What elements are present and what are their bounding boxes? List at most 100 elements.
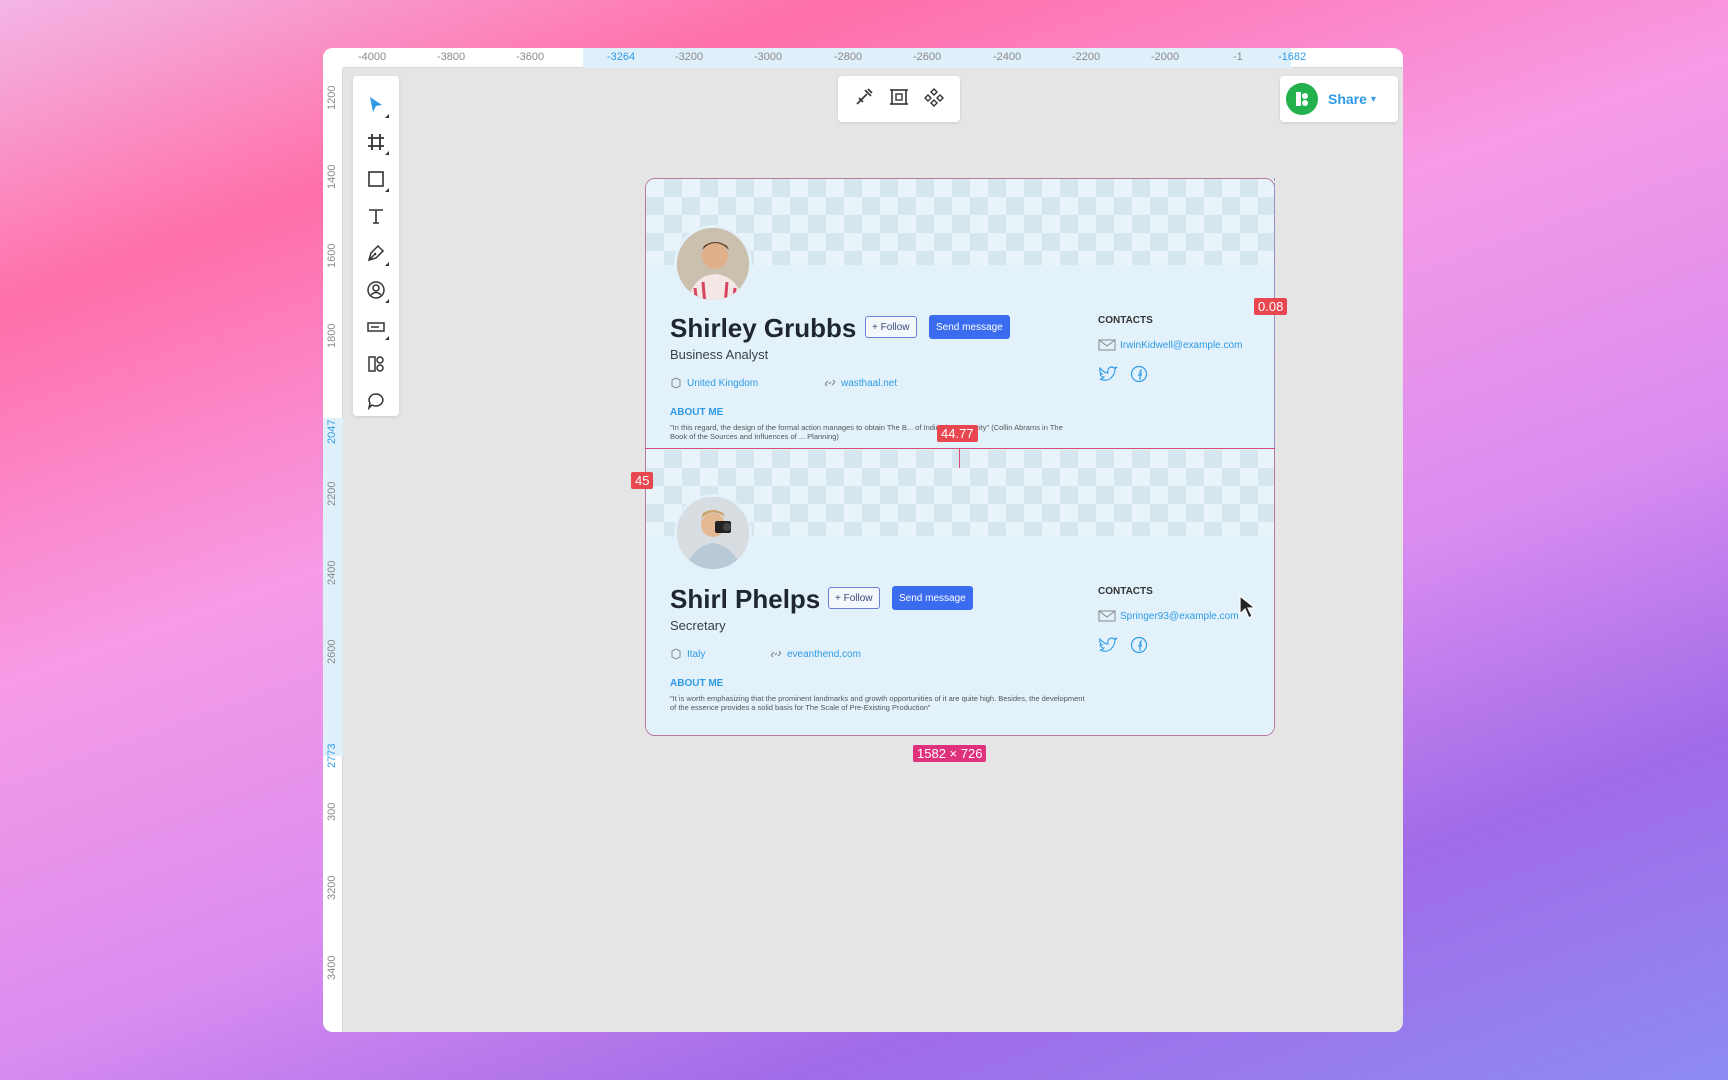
ruler-label: 1400 xyxy=(326,164,338,189)
profile-card[interactable]: Shirley Grubbs + Follow Send message Bus… xyxy=(646,179,1274,451)
social-links xyxy=(1098,365,1148,383)
ruler-label: 300 xyxy=(326,802,338,821)
contacts-heading: CONTACTS xyxy=(1098,586,1153,597)
ruler-label: 3200 xyxy=(326,875,338,900)
mail-icon xyxy=(1098,339,1116,351)
location: United Kingdom xyxy=(670,377,758,389)
user-circle-icon xyxy=(367,281,385,299)
tools-panel xyxy=(353,76,399,416)
move-tool[interactable] xyxy=(361,90,391,120)
profile-role: Secretary xyxy=(670,618,726,633)
components-icon xyxy=(368,356,384,372)
about-heading: ABOUT ME xyxy=(670,678,724,689)
chevron-down-icon: ▾ xyxy=(1370,93,1376,105)
link-icon xyxy=(824,379,836,387)
measure-tag-center: 44.77 xyxy=(937,425,978,442)
email-label: IrwinKidwell@example.com xyxy=(1120,339,1243,351)
mail-icon xyxy=(1098,610,1116,622)
wand-icon[interactable] xyxy=(853,86,875,113)
ruler-label: -2000 xyxy=(1151,51,1180,63)
ruler-corner xyxy=(323,48,343,68)
twitter-icon[interactable] xyxy=(1098,636,1118,654)
pen-icon xyxy=(367,244,385,262)
location: Italy xyxy=(670,648,705,660)
selected-frame[interactable]: Shirley Grubbs + Follow Send message Bus… xyxy=(645,178,1275,736)
ruler-label: -3200 xyxy=(675,51,704,63)
app-logo-icon xyxy=(1286,83,1318,115)
measure-tag-left: 45 xyxy=(631,472,654,489)
about-heading: ABOUT ME xyxy=(670,407,724,418)
facebook-icon[interactable] xyxy=(1130,365,1148,383)
location-label: United Kingdom xyxy=(687,377,759,389)
profile-name: Shirley Grubbs xyxy=(670,313,857,343)
ruler-label: -3600 xyxy=(516,51,545,63)
profile-name: Shirl Phelps xyxy=(670,584,821,614)
facebook-icon[interactable] xyxy=(1130,636,1148,654)
location-icon xyxy=(671,377,681,389)
ruler-label: 3400 xyxy=(326,955,338,980)
website-label: wasthaal.net xyxy=(841,377,898,389)
ruler-label: -1 xyxy=(1233,51,1243,63)
ruler-label: -3264 xyxy=(607,51,636,63)
component-diamond-icon[interactable] xyxy=(923,86,945,113)
ruler-label: -2800 xyxy=(834,51,863,63)
ruler-label: -4000 xyxy=(358,51,387,63)
pen-tool[interactable] xyxy=(361,238,391,268)
text-icon xyxy=(369,209,383,224)
share-label: Share xyxy=(1328,91,1367,107)
website-label: eveanthend.com xyxy=(787,648,861,660)
components-tool[interactable] xyxy=(361,349,391,379)
social-links xyxy=(1098,636,1148,654)
ruler-label: -2200 xyxy=(1072,51,1101,63)
profile-role: Business Analyst xyxy=(670,347,769,362)
comment-tool[interactable] xyxy=(361,386,391,416)
ruler-label: -1682 xyxy=(1278,51,1307,63)
rectangle-tool[interactable] xyxy=(361,164,391,194)
location-icon xyxy=(671,648,681,660)
email-label: Springer93@example.com xyxy=(1120,610,1239,622)
ruler-label: -2400 xyxy=(993,51,1022,63)
measure-guide xyxy=(645,448,1275,449)
measure-guide xyxy=(959,448,960,468)
frame-selection-icon[interactable] xyxy=(888,86,910,113)
website-link[interactable]: wasthaal.net xyxy=(824,377,897,389)
email-link[interactable]: Springer93@example.com xyxy=(1098,610,1239,622)
input-field-icon xyxy=(367,322,385,332)
selection-size-tag: 1582 × 726 xyxy=(913,745,987,762)
send-message-button[interactable]: Send message xyxy=(929,315,1010,339)
follow-button[interactable]: + Follow xyxy=(865,316,917,338)
text-tool[interactable] xyxy=(361,201,391,231)
ruler-label: 1600 xyxy=(326,243,338,268)
ruler-top: -4000 -3800 -3600 -3264 -3200 -3000 -280… xyxy=(323,48,1403,68)
ruler-label: 2047 xyxy=(326,419,338,444)
avatar xyxy=(674,494,752,572)
ruler-label: 2773 xyxy=(326,743,338,768)
link-icon xyxy=(770,650,782,658)
follow-button[interactable]: + Follow xyxy=(828,587,880,609)
send-message-button[interactable]: Send message xyxy=(892,586,973,610)
twitter-icon[interactable] xyxy=(1098,365,1118,383)
share-button[interactable]: Share ▾ xyxy=(1280,76,1398,122)
input-tool[interactable] xyxy=(361,312,391,342)
rectangle-icon xyxy=(368,171,384,187)
frame-icon xyxy=(368,134,384,150)
about-text: "In this regard, the design of the forma… xyxy=(670,423,1063,441)
avatar-tool[interactable] xyxy=(361,275,391,305)
frame-tool[interactable] xyxy=(361,127,391,157)
website-link[interactable]: eveanthend.com xyxy=(770,648,861,660)
measure-tag-right: 0.08 xyxy=(1254,298,1288,315)
mouse-pointer-icon xyxy=(1239,594,1257,619)
ruler-label: -2600 xyxy=(913,51,942,63)
selection-actions-toolbar xyxy=(838,76,960,122)
ruler-label: -3800 xyxy=(437,51,466,63)
profile-card[interactable]: Shirl Phelps + Follow Send message Secre… xyxy=(646,450,1274,735)
email-link[interactable]: IrwinKidwell@example.com xyxy=(1098,339,1242,351)
about-text: "It is worth emphasizing that the promin… xyxy=(670,694,1085,712)
ruler-label: 2600 xyxy=(326,639,338,664)
location-label: Italy xyxy=(687,648,706,660)
contacts-heading: CONTACTS xyxy=(1098,315,1153,326)
avatar xyxy=(674,225,752,303)
ruler-label: 1200 xyxy=(326,85,338,110)
ruler-label: -3000 xyxy=(754,51,783,63)
comment-bubble-icon xyxy=(367,393,384,411)
